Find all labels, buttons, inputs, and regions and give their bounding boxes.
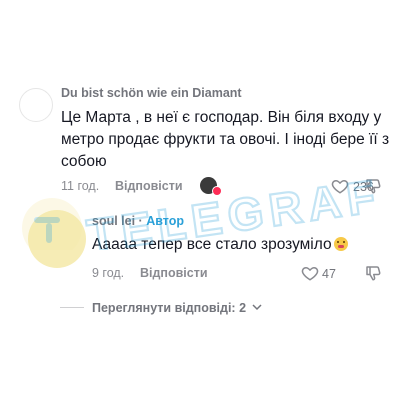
reply-text-row: Ааааа тепер все стало зрозуміло xyxy=(92,236,348,254)
reply-avatar[interactable] xyxy=(28,210,86,268)
creator-liked-icon xyxy=(200,177,222,196)
comment-username[interactable]: Du bist schön wie ein Diamant xyxy=(61,86,242,100)
divider xyxy=(60,307,84,308)
reply-button[interactable]: Відповісти xyxy=(115,179,183,193)
comment-timestamp: 11 год. xyxy=(61,179,100,193)
like-button[interactable] xyxy=(331,177,349,200)
avatar[interactable] xyxy=(19,88,53,122)
heart-icon xyxy=(331,179,349,194)
chevron-down-icon xyxy=(251,304,262,311)
thumbs-down-icon xyxy=(366,266,381,281)
reply-username-row[interactable]: soul lei · Автор xyxy=(92,214,184,228)
view-replies-label: Переглянути відповіді: 2 xyxy=(92,301,247,315)
like-count: 47 xyxy=(322,267,336,281)
comment-text: Це Марта , в неї є господар. Він біля вх… xyxy=(61,109,390,170)
reply-timestamp: 9 год. xyxy=(92,266,125,280)
like-button[interactable] xyxy=(301,264,319,287)
author-badge: Автор xyxy=(146,214,184,228)
blushing-emoji-icon xyxy=(333,237,348,251)
dislike-button[interactable] xyxy=(364,264,382,287)
reply-username[interactable]: soul lei xyxy=(92,214,135,228)
thumbs-down-icon xyxy=(366,179,381,194)
reply-text: Ааааа тепер все стало зрозуміло xyxy=(92,236,332,253)
view-replies-button[interactable]: Переглянути відповіді: 2 xyxy=(92,301,262,315)
separator: · xyxy=(135,214,147,228)
reply-button[interactable]: Відповісти xyxy=(140,266,208,280)
heart-icon xyxy=(301,266,319,281)
dislike-button[interactable] xyxy=(364,177,382,200)
